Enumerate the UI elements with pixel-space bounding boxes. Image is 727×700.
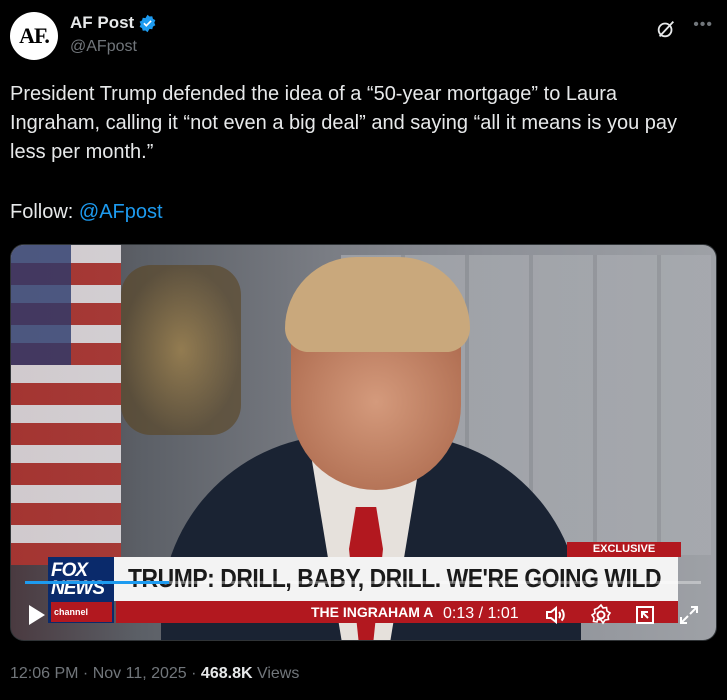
verified-badge-icon: [139, 14, 156, 32]
person-hair: [285, 257, 470, 352]
post-text: President Trump defended the idea of a “…: [10, 83, 678, 163]
author-row: AF Post: [70, 13, 157, 33]
flag-canton: [11, 245, 71, 365]
grok-icon[interactable]: [655, 18, 677, 40]
settings-icon[interactable]: [589, 603, 613, 627]
follow-line: Follow: @AFpost: [10, 198, 163, 227]
views-label: Views: [252, 665, 300, 682]
decor-image: [121, 265, 241, 435]
timestamp[interactable]: 12:06 PM · Nov 11, 2025 ·: [10, 665, 201, 682]
video-progress-bar[interactable]: [25, 581, 701, 584]
more-icon[interactable]: •••: [693, 16, 713, 34]
views-count: 468.8K: [200, 665, 253, 682]
video-time: 0:13 / 1:01: [443, 605, 519, 622]
pip-icon[interactable]: [633, 603, 657, 627]
follow-mention-link[interactable]: @AFpost: [79, 201, 163, 223]
video-controls: 0:13 / 1:01: [11, 597, 716, 633]
handle[interactable]: @AFpost: [70, 38, 137, 56]
video-progress-fill: [25, 581, 169, 584]
avatar[interactable]: AF.: [10, 12, 58, 60]
follow-prefix: Follow:: [10, 201, 79, 223]
post-meta: 12:06 PM · Nov 11, 2025 · 468.8K Views: [10, 665, 299, 683]
display-name[interactable]: AF Post: [70, 13, 134, 33]
play-icon[interactable]: [29, 605, 45, 625]
fullscreen-icon[interactable]: [677, 603, 701, 627]
volume-icon[interactable]: [543, 603, 567, 627]
exclusive-badge: EXCLUSIVE: [567, 542, 681, 557]
chyron-headline: TRUMP: DRILL, BABY, DRILL. WE'RE GOING W…: [128, 563, 662, 593]
post-header: AF. AF Post @AFpost •••: [10, 10, 715, 62]
video-player[interactable]: EXCLUSIVE FOX NEWS channel TRUMP: DRILL,…: [10, 244, 717, 641]
